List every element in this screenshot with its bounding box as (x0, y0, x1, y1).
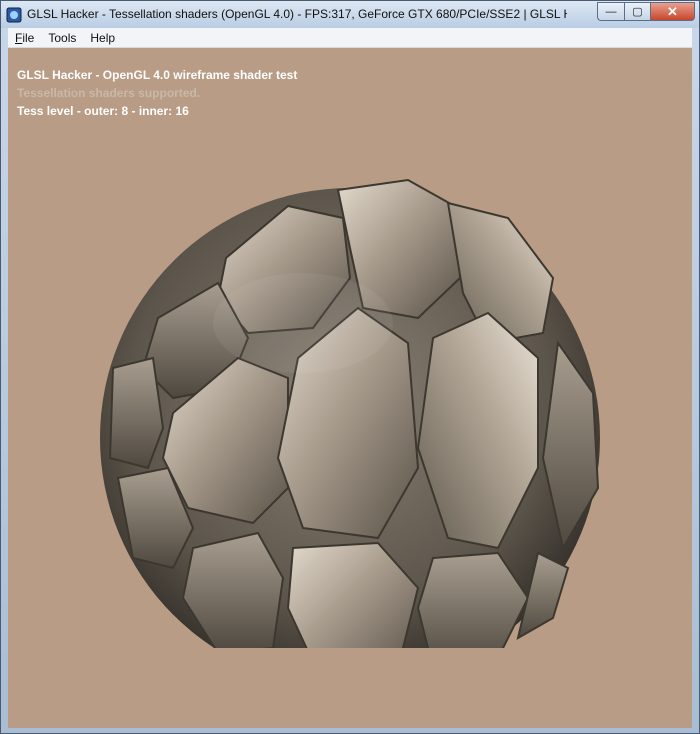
menu-file-label: ile (22, 30, 35, 45)
app-window: GLSL Hacker - Tessellation shaders (Open… (0, 0, 700, 734)
menu-bar: File Tools Help (8, 28, 692, 48)
hud-status: Tessellation shaders supported. (17, 86, 201, 100)
menu-tools-label: Tools (48, 30, 77, 45)
menu-file[interactable]: File (8, 31, 41, 45)
window-title: GLSL Hacker - Tessellation shaders (Open… (27, 7, 567, 21)
hud-title: GLSL Hacker - OpenGL 4.0 wireframe shade… (17, 68, 298, 82)
menu-help-label: Help (90, 30, 116, 45)
close-button[interactable]: ✕ (650, 2, 695, 21)
caption-buttons: — ▢ ✕ (597, 2, 695, 21)
menu-help[interactable]: Help (83, 31, 122, 45)
tile (108, 356, 165, 470)
tessellated-sphere (100, 178, 600, 648)
maximize-button[interactable]: ▢ (624, 2, 650, 21)
sphere-highlight (213, 273, 393, 373)
render-viewport[interactable]: GLSL Hacker - OpenGL 4.0 wireframe shade… (8, 48, 692, 728)
minimize-button[interactable]: — (597, 2, 624, 21)
menu-tools[interactable]: Tools (41, 31, 83, 45)
hud-tess-level: Tess level - outer: 8 - inner: 16 (17, 104, 189, 118)
title-bar[interactable]: GLSL Hacker - Tessellation shaders (Open… (1, 1, 699, 28)
glsl-hacker-app-icon (6, 7, 22, 23)
